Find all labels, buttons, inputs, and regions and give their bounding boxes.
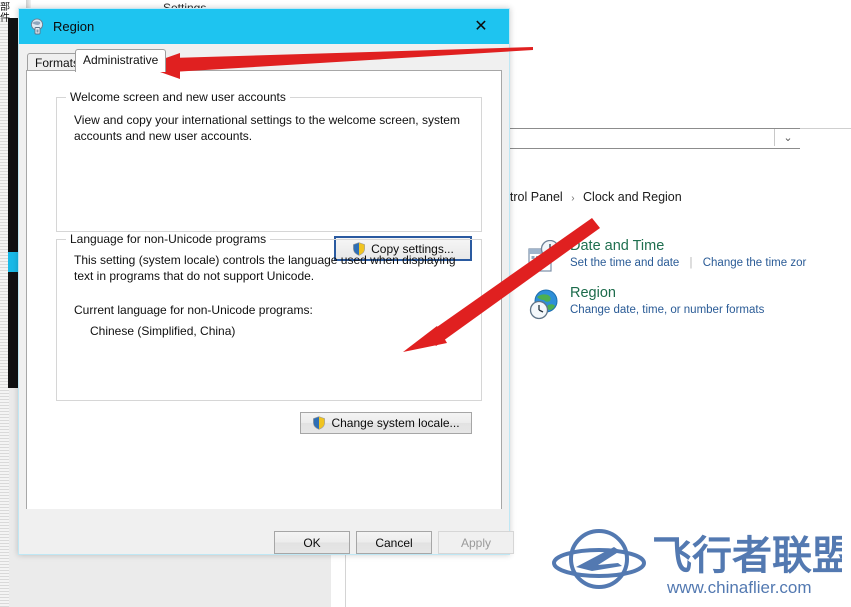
group-welcome-screen: Welcome screen and new user accounts Vie… [56,90,482,232]
tab-administrative[interactable]: Administrative [75,49,167,72]
dialog-footer [19,509,509,554]
apply-button: Apply [438,531,514,554]
breadcrumb-separator-icon: › [571,193,575,204]
calendar-clock-icon [528,240,560,272]
change-system-locale-label: Change system locale... [331,416,460,430]
region-globe-icon [30,18,44,35]
group-welcome-description: View and copy your international setting… [74,113,460,143]
tabstrip: Formats Administrative [19,44,509,72]
watermark-url: www.chinaflier.com [666,578,812,597]
item-links: Change date, time, or number formats [570,303,764,318]
control-panel-search-input[interactable]: ⌄ [497,128,802,149]
item-title[interactable]: Region [570,285,764,302]
dialog-title: Region [53,19,95,34]
ok-button[interactable]: OK [274,531,350,554]
group-non-unicode-description: This setting (system locale) controls th… [74,253,456,283]
item-title[interactable]: Date and Time [570,238,806,255]
globe-clock-icon [529,289,558,320]
control-panel-item-date-and-time[interactable]: Date and Time Set the time and date | Ch… [570,238,806,271]
control-panel-toolbar-right [800,128,851,149]
close-icon[interactable]: ✕ [459,9,503,44]
tab-panel-administrative: Welcome screen and new user accounts Vie… [26,70,502,520]
current-language-value: Chinese (Simplified, China) [90,324,236,338]
region-dialog: Region ✕ Formats Administrative Welcome … [18,8,514,555]
item-links: Set the time and date | Change the time … [570,256,806,271]
group-non-unicode-legend: Language for non-Unicode programs [66,232,271,246]
group-welcome-legend: Welcome screen and new user accounts [66,90,290,104]
uac-shield-icon [313,416,326,430]
chinaflier-watermark-logo: 飞行者联盟 www.chinaflier.com [552,529,842,597]
breadcrumb: ontrol Panel › Clock and Region [496,190,682,204]
control-panel-item-region[interactable]: Region Change date, time, or number form… [570,285,764,318]
link-set-the-time-and-date[interactable]: Set the time and date [570,257,679,269]
group-non-unicode-language: Language for non-Unicode programs This s… [56,232,482,401]
background-white-gap [331,553,345,607]
link-divider: | [689,257,693,269]
dialog-titlebar[interactable]: Region ✕ [19,9,509,44]
watermark-brand-cjk: 飞行者联盟 [652,534,842,578]
breadcrumb-item-clock-and-region[interactable]: Clock and Region [583,190,682,204]
current-language-label: Current language for non-Unicode program… [74,303,313,317]
chevron-down-icon[interactable]: ⌄ [782,132,794,144]
link-change-the-time-zone[interactable]: Change the time zor [703,257,807,269]
cancel-button[interactable]: Cancel [356,531,432,554]
change-system-locale-button[interactable]: Change system locale... [300,412,472,434]
link-change-date-time-number-formats[interactable]: Change date, time, or number formats [570,304,764,316]
search-divider [774,129,775,146]
